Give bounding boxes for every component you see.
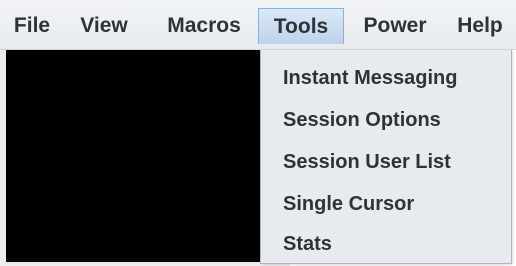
menu-item-session-options[interactable]: Session Options [261, 102, 511, 138]
menu-bar: File View Macros Tools Power Help [0, 0, 516, 50]
tools-dropdown-menu: Instant Messaging Session Options Sessio… [260, 50, 512, 264]
menu-tools[interactable]: Tools [258, 8, 344, 44]
menu-power[interactable]: Power [350, 8, 440, 44]
menu-item-single-cursor[interactable]: Single Cursor [261, 186, 511, 222]
menu-file[interactable]: File [6, 8, 58, 44]
session-display-area[interactable] [6, 50, 290, 262]
menu-item-session-user-list[interactable]: Session User List [261, 144, 511, 180]
app-window: File View Macros Tools Power Help Instan… [0, 0, 516, 266]
menu-help[interactable]: Help [448, 8, 512, 44]
menu-macros[interactable]: Macros [152, 8, 256, 44]
menu-view[interactable]: View [68, 8, 140, 44]
menu-item-instant-messaging[interactable]: Instant Messaging [261, 60, 511, 96]
menu-item-stats[interactable]: Stats [261, 226, 511, 262]
